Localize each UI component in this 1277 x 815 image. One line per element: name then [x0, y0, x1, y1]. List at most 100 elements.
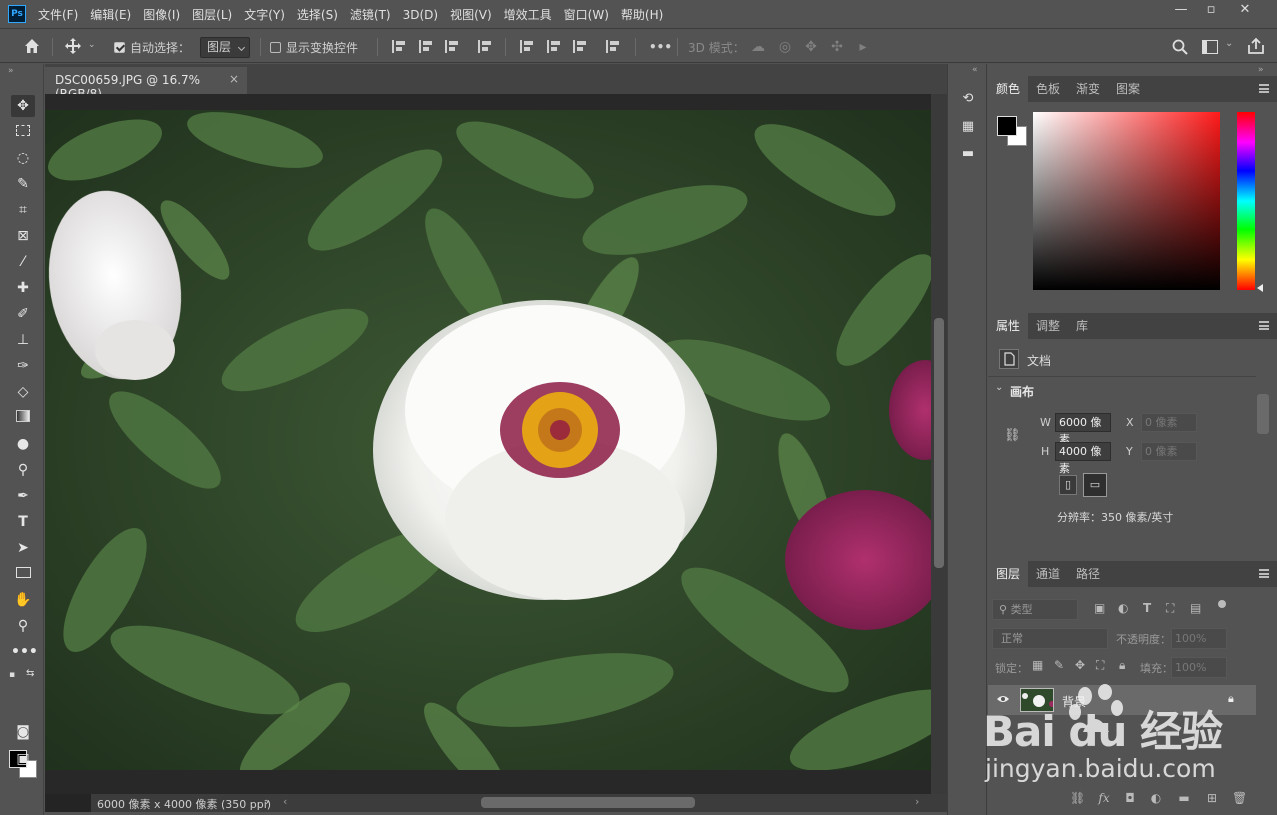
close-button[interactable]: ✕ [1230, 0, 1260, 22]
x-field[interactable]: 0 像素 [1141, 413, 1197, 432]
menu-edit[interactable]: 编辑(E) [90, 6, 131, 23]
lock-position-icon[interactable]: ✥ [1075, 658, 1085, 672]
filter-pixel-icon[interactable]: ▣ [1094, 601, 1105, 615]
chevron-down-icon[interactable]: ⌄ [88, 40, 96, 50]
tab-gradients[interactable]: 渐变 [1068, 76, 1108, 102]
eraser-tool-button[interactable]: ◇ [11, 381, 35, 403]
menu-3d[interactable]: 3D(D) [403, 8, 438, 22]
move-tool-button[interactable]: ✥ [11, 95, 35, 117]
scroll-right-arrow[interactable]: › [915, 795, 919, 808]
vertical-scrollbar[interactable] [931, 94, 947, 794]
status-menu-arrow[interactable]: › [265, 795, 269, 808]
history-brush-tool-button[interactable]: ✑ [11, 355, 35, 377]
marquee-tool-button[interactable] [11, 121, 35, 143]
tab-channels[interactable]: 通道 [1028, 561, 1068, 587]
home-icon[interactable] [22, 36, 42, 56]
document-size-info[interactable]: 6000 像素 x 4000 像素 (350 ppi) [97, 796, 271, 812]
type-tool-button[interactable]: T [11, 511, 35, 533]
menu-image[interactable]: 图像(I) [143, 6, 180, 23]
landscape-orientation-icon[interactable]: ▭ [1083, 473, 1107, 497]
tab-libraries[interactable]: 库 [1068, 313, 1096, 339]
move-tool-icon[interactable] [64, 37, 82, 55]
tab-properties[interactable]: 属性 [988, 313, 1029, 339]
history-panel-icon[interactable]: ⟲ [959, 90, 977, 108]
menu-window[interactable]: 窗口(W) [564, 6, 609, 23]
menu-layer[interactable]: 图层(L) [192, 6, 232, 23]
stamp-tool-button[interactable]: ⊥ [11, 329, 35, 351]
default-colors-icon[interactable]: ▪ [9, 670, 15, 680]
tab-swatches[interactable]: 色板 [1028, 76, 1068, 102]
align-center-icon[interactable] [419, 40, 433, 53]
panel-menu-icon[interactable] [1259, 84, 1269, 93]
slide-3d-icon[interactable]: ✣ [829, 39, 845, 55]
minimize-button[interactable]: — [1166, 0, 1196, 22]
crop-tool-button[interactable]: ⌗ [11, 199, 35, 221]
fill-field[interactable]: 100% [1171, 657, 1227, 678]
panel-menu-icon[interactable] [1259, 321, 1269, 330]
distribute-vertical-icon[interactable] [606, 40, 620, 53]
share-icon[interactable] [1247, 37, 1265, 55]
healing-tool-button[interactable]: ✚ [11, 277, 35, 299]
horizontal-scroll-thumb[interactable] [481, 797, 695, 808]
scale-3d-icon[interactable]: ▸ [855, 39, 871, 55]
lock-transparency-icon[interactable]: ▦ [1032, 658, 1043, 672]
hue-slider[interactable] [1237, 112, 1255, 290]
fx-icon[interactable]: fx [1097, 791, 1111, 805]
menu-file[interactable]: 文件(F) [38, 6, 78, 23]
frame-tool-button[interactable]: ⊠ [11, 225, 35, 247]
more-options-button[interactable]: ••• [649, 36, 672, 58]
lasso-tool-button[interactable]: ◌ [11, 147, 35, 169]
path-select-tool-button[interactable]: ➤ [11, 537, 35, 559]
drag-3d-icon[interactable]: ✥ [803, 39, 819, 55]
link-layers-icon[interactable]: ⛓ [1070, 791, 1085, 805]
menu-view[interactable]: 视图(V) [450, 6, 492, 23]
menu-select[interactable]: 选择(S) [297, 6, 338, 23]
tab-paths[interactable]: 路径 [1068, 561, 1108, 587]
restore-button[interactable]: ▫ [1196, 0, 1226, 22]
color-picker-field[interactable] [1033, 112, 1220, 290]
align-bottom-icon[interactable] [573, 40, 587, 53]
tab-adjustments[interactable]: 调整 [1028, 313, 1068, 339]
hand-tool-button[interactable]: ✋ [11, 589, 35, 611]
tab-color[interactable]: 颜色 [988, 76, 1029, 102]
align-left-icon[interactable] [392, 40, 406, 53]
filter-smart-object-icon[interactable]: ▤ [1190, 601, 1201, 615]
chevron-down-icon[interactable]: ⌄ [995, 382, 1003, 393]
menu-plugins[interactable]: 增效工具 [504, 6, 552, 23]
hue-slider-marker[interactable] [1257, 284, 1263, 292]
show-transform-checkbox[interactable]: 显示变换控件 [270, 36, 358, 58]
close-tab-icon[interactable]: × [229, 72, 239, 86]
portrait-orientation-icon[interactable]: ▯ [1059, 475, 1077, 495]
brush-tool-button[interactable]: ✐ [11, 303, 35, 325]
pen-tool-button[interactable]: ✒ [11, 485, 35, 507]
quick-mask-button[interactable]: ◙ [11, 721, 35, 743]
scroll-left-arrow[interactable]: ‹ [283, 795, 287, 808]
rectangle-tool-button[interactable] [11, 563, 35, 585]
zoom-level-field[interactable] [45, 794, 91, 812]
new-layer-icon[interactable]: ⊞ [1205, 791, 1219, 805]
more-tools-button[interactable]: ••• [11, 641, 38, 663]
menu-help[interactable]: 帮助(H) [621, 6, 663, 23]
swap-colors-icon[interactable]: ⇆ [26, 668, 34, 679]
document-image[interactable] [45, 110, 931, 770]
collapse-icon[interactable]: » [1258, 65, 1264, 75]
y-field[interactable]: 0 像素 [1141, 442, 1197, 461]
filter-toggle-icon[interactable] [1218, 600, 1226, 608]
distribute-icon[interactable] [478, 40, 492, 53]
auto-select-dropdown[interactable]: 图层 [200, 36, 251, 58]
menu-type[interactable]: 文字(Y) [244, 6, 285, 23]
checkbox-icon[interactable] [270, 41, 281, 53]
align-middle-icon[interactable] [547, 40, 561, 53]
tab-patterns[interactable]: 图案 [1108, 76, 1148, 102]
new-group-icon[interactable]: ▬ [1177, 791, 1191, 805]
opacity-field[interactable]: 100% [1171, 628, 1227, 649]
trash-icon[interactable]: 🗑︎ [1232, 791, 1247, 805]
gradient-tool-button[interactable] [11, 407, 35, 429]
workspace-icon[interactable] [1202, 40, 1218, 54]
dodge-tool-button[interactable]: ⚲ [11, 459, 35, 481]
lock-pixels-icon[interactable]: ✎ [1054, 658, 1064, 672]
panel-menu-icon[interactable] [1259, 569, 1269, 578]
filter-type-icon[interactable]: T [1143, 601, 1151, 615]
adjustment-layer-icon[interactable]: ◐ [1149, 791, 1163, 805]
lock-all-icon[interactable]: 🔒︎ [1119, 658, 1125, 673]
